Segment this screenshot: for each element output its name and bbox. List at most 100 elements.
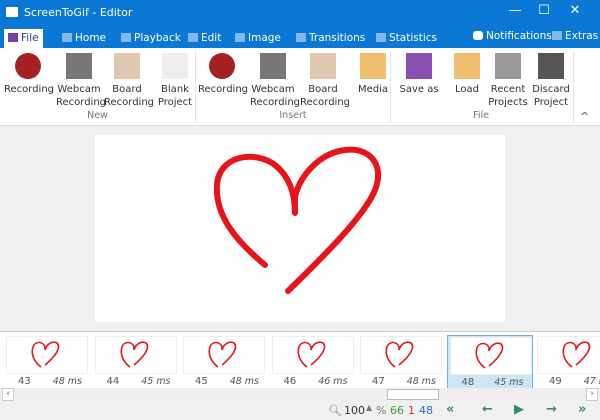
insert-media-icon: [360, 53, 386, 79]
horizontal-scrollbar[interactable]: ‹ ›: [0, 388, 600, 401]
insert-webcam-recording-button[interactable]: Webcam Recording: [250, 50, 301, 109]
frame-preview: [537, 336, 600, 374]
last-frame-button[interactable]: »: [578, 402, 586, 417]
statistics-icon: [376, 33, 386, 42]
frame-thumbnail[interactable]: 46 46 ms: [270, 335, 356, 389]
image-icon: [235, 33, 245, 42]
extras-icon: [552, 31, 562, 40]
button-label: Save as: [399, 84, 439, 95]
tab-playback[interactable]: Playback: [117, 29, 185, 48]
minimize-button[interactable]: —: [500, 3, 530, 21]
extras-button[interactable]: Extras: [548, 27, 600, 46]
button-label: Recording: [300, 97, 351, 108]
frame-thumbnail[interactable]: 47 48 ms: [358, 335, 444, 389]
notifications-button[interactable]: Notifications: [469, 27, 556, 46]
blank-project-icon: [162, 53, 188, 79]
home-icon: [62, 33, 72, 42]
heart-drawing: [213, 146, 382, 294]
button-label: Blank: [161, 84, 189, 95]
group-label-new: New: [87, 110, 108, 121]
frame-delay: 48 ms: [229, 376, 259, 387]
frame-thumbnail[interactable]: 43 48 ms: [4, 335, 90, 389]
discard-project-button[interactable]: Discard Project: [528, 50, 574, 109]
zoom-input[interactable]: 100: [344, 404, 365, 417]
button-label: Recording: [4, 84, 55, 95]
frame-canvas: [95, 135, 505, 322]
button-label: [396, 96, 442, 109]
tab-edit[interactable]: Edit: [184, 29, 225, 48]
frame-number: 49: [549, 376, 562, 387]
board-recording-icon: [114, 53, 140, 79]
transitions-icon: [296, 33, 306, 42]
save-as-button[interactable]: Save as: [396, 50, 442, 109]
frame-preview: [449, 337, 532, 375]
button-label: [350, 96, 396, 109]
notification-icon: [473, 31, 483, 40]
webcam-recording-button[interactable]: Webcam Recording: [56, 50, 106, 109]
ribbon: New Insert File ^ Recording Webcam Record…: [0, 48, 600, 126]
webcam-recording-icon: [66, 53, 92, 79]
button-label: Load: [455, 84, 479, 95]
frame-number: 46: [283, 376, 297, 387]
insert-webcam-recording-icon: [260, 53, 286, 79]
recording-button[interactable]: Recording: [4, 50, 55, 109]
frame-delay: 48 ms: [52, 376, 82, 387]
tab-label: Transitions: [309, 32, 366, 44]
insert-media-button[interactable]: Media: [350, 50, 396, 109]
insert-board-recording-button[interactable]: Board Recording: [300, 50, 351, 109]
recent-projects-button[interactable]: Recent Projects: [485, 50, 531, 109]
load-icon: [454, 53, 480, 79]
current-frame: 48: [419, 404, 433, 417]
frame-preview: [94, 336, 177, 374]
frame-thumbnail[interactable]: 49 47 ms: [535, 335, 600, 389]
button-label: Webcam: [57, 84, 101, 95]
next-frame-button[interactable]: →: [546, 402, 557, 417]
insert-recording-button[interactable]: Recording: [198, 50, 248, 109]
editor-stage: [0, 126, 600, 331]
frame-preview: [183, 336, 265, 374]
play-button[interactable]: ▶: [514, 402, 524, 417]
status-bar: 🔍︎ 100 ▲ % 66 1 48 « ← ▶ → »: [0, 401, 600, 420]
load-button[interactable]: Load: [444, 50, 490, 109]
frame-thumbnail[interactable]: 45 48 ms: [181, 335, 267, 389]
first-frame-button[interactable]: «: [446, 402, 454, 417]
frame-preview: [360, 336, 442, 374]
title-bar: ScreenToGif - Editor — ☐ ✕ File Home Pla…: [0, 0, 600, 48]
frame-thumbnail[interactable]: 48 45 ms: [446, 335, 533, 389]
scrollbar-thumb[interactable]: [387, 389, 439, 400]
close-button[interactable]: ✕: [560, 3, 590, 21]
window-title: ScreenToGif - Editor: [24, 6, 133, 19]
frame-number: 47: [372, 376, 385, 387]
maximize-button[interactable]: ☐: [529, 3, 559, 21]
scroll-left-button[interactable]: ‹: [2, 388, 14, 401]
frame-number: 44: [106, 376, 120, 387]
tab-statistics[interactable]: Statistics: [372, 29, 441, 48]
blank-project-button[interactable]: Blank Project: [152, 50, 198, 109]
zoom-stepper[interactable]: ▲: [366, 403, 372, 412]
tab-transitions[interactable]: Transitions: [292, 29, 369, 48]
scroll-right-button[interactable]: ›: [586, 388, 598, 401]
button-label: Media: [357, 84, 389, 95]
tab-home[interactable]: Home: [58, 29, 110, 48]
frame-count: 66: [390, 404, 404, 417]
play-icon: [121, 33, 131, 42]
tab-label: Playback: [134, 32, 181, 44]
button-label: Recording: [250, 97, 301, 108]
frame-thumbnail[interactable]: 44 45 ms: [93, 335, 179, 389]
board-recording-button[interactable]: Board Recording: [104, 50, 154, 109]
collapse-ribbon-button[interactable]: ^: [580, 110, 589, 123]
frame-delay: 46 ms: [318, 376, 348, 387]
floppy-icon: [8, 33, 18, 42]
notifications-label: Notifications: [486, 30, 552, 42]
button-label: Project: [157, 97, 193, 108]
button-label: Board: [112, 84, 142, 95]
button-label: Project: [533, 97, 569, 108]
frame-delay: 45 ms: [141, 376, 171, 387]
previous-frame-button[interactable]: ←: [482, 402, 493, 417]
zoom-icon: 🔍︎: [328, 404, 342, 417]
tab-file[interactable]: File: [4, 29, 43, 48]
group-label-insert: Insert: [279, 110, 307, 121]
selected-count: 1: [408, 404, 415, 417]
tab-image[interactable]: Image: [231, 29, 285, 48]
group-label-file: File: [473, 110, 489, 121]
